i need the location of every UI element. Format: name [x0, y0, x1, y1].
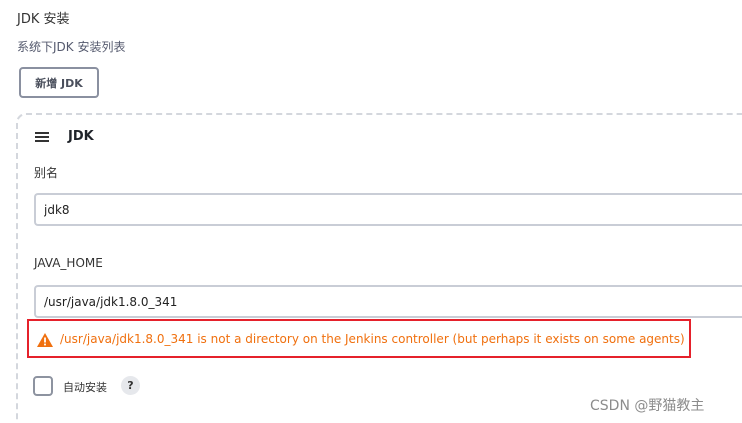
drag-handle-icon[interactable] — [35, 132, 49, 142]
alias-label: 别名 — [34, 166, 59, 180]
section-title: JDK 安装 — [17, 12, 70, 27]
watermark: CSDN @野猫教主 — [590, 398, 705, 414]
alias-input[interactable] — [34, 193, 742, 226]
java-home-label: JAVA_HOME — [34, 256, 103, 270]
warning-message: /usr/java/jdk1.8.0_341 is not a director… — [27, 319, 691, 358]
warning-icon — [37, 333, 53, 347]
warning-text: /usr/java/jdk1.8.0_341 is not a director… — [60, 332, 685, 346]
jdk-installations-page: JDK 安装 系统下JDK 安装列表 新增 JDK JDK 别名 JAVA_HO… — [0, 0, 742, 423]
add-jdk-button[interactable]: 新增 JDK — [19, 67, 99, 98]
section-description: 系统下JDK 安装列表 — [17, 40, 126, 54]
java-home-input[interactable] — [34, 285, 742, 318]
help-icon[interactable]: ? — [121, 376, 140, 395]
card-title: JDK — [68, 129, 94, 144]
auto-install-checkbox[interactable] — [33, 376, 53, 396]
auto-install-label: 自动安装 — [63, 381, 107, 394]
